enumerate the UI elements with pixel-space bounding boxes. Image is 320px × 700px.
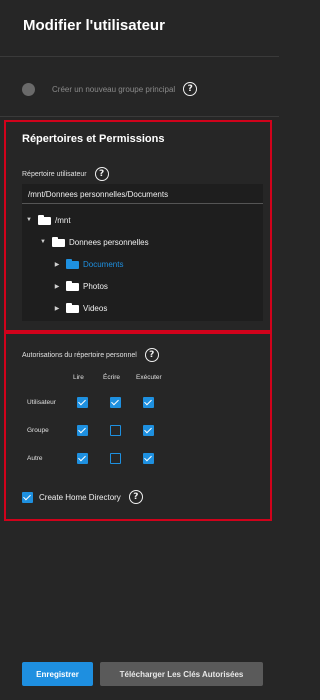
- column-header-write: Écrire: [103, 374, 120, 381]
- tree-node-label: Donnees personnelles: [69, 237, 149, 247]
- folder-icon: [66, 303, 79, 313]
- tree-node-mnt[interactable]: ▼ /mnt: [24, 213, 71, 227]
- tree-node-documents[interactable]: ▶ Documents: [52, 257, 123, 271]
- permissions-title-row: Autorisations du répertoire personnel ?: [22, 348, 159, 362]
- create-home-checkbox[interactable]: [22, 491, 33, 503]
- tree-node-label: /mnt: [55, 215, 71, 225]
- folder-icon: [38, 215, 51, 225]
- tree-node-donnees-personnelles[interactable]: ▼ Donnees personnelles: [38, 235, 149, 249]
- directory-tree: ▼ /mnt ▼ Donnees personnelles ▶ Document…: [22, 204, 263, 321]
- caret-right-icon[interactable]: ▶: [52, 305, 62, 312]
- tree-node-photos[interactable]: ▶ Photos: [52, 279, 108, 293]
- home-dir-label-row: Répertoire utilisateur ?: [22, 167, 109, 181]
- section-divider: [0, 116, 279, 117]
- checkbox-group-write[interactable]: [110, 425, 121, 436]
- folder-icon: [66, 259, 79, 269]
- new-group-toggle-label: Créer un nouveau groupe principal: [52, 84, 176, 94]
- checkbox-group-read[interactable]: [77, 425, 88, 436]
- question-circle-icon[interactable]: ?: [94, 167, 109, 181]
- checkbox-other-read[interactable]: [77, 453, 88, 464]
- row-header-user: Utilisateur: [27, 399, 56, 406]
- column-header-execute: Exécuter: [136, 374, 162, 381]
- row-header-group: Groupe: [27, 427, 49, 434]
- page-title: Modifier l'utilisateur: [23, 17, 165, 34]
- download-keys-button[interactable]: Télécharger Les Clés Autorisées: [100, 662, 263, 686]
- question-circle-icon[interactable]: ?: [128, 490, 143, 504]
- checkbox-other-execute[interactable]: [143, 453, 154, 464]
- create-home-label: Create Home Directory: [39, 492, 121, 502]
- tree-node-label: Documents: [83, 259, 124, 269]
- checkbox-group-execute[interactable]: [143, 425, 154, 436]
- tree-node-videos[interactable]: ▶ Videos: [52, 301, 107, 315]
- column-header-read: Lire: [73, 374, 84, 381]
- caret-down-icon[interactable]: ▼: [38, 239, 48, 245]
- save-button[interactable]: Enregistrer: [22, 662, 93, 686]
- permissions-title: Autorisations du répertoire personnel: [22, 351, 137, 359]
- question-circle-icon[interactable]: ?: [183, 82, 198, 96]
- section-title-directories: Répertoires et Permissions: [22, 133, 165, 145]
- caret-down-icon[interactable]: ▼: [24, 217, 34, 223]
- new-group-toggle[interactable]: [22, 82, 35, 96]
- checkbox-user-read[interactable]: [77, 397, 88, 408]
- home-dir-input[interactable]: /mnt/Donnees personnelles/Documents: [22, 184, 263, 204]
- checkbox-user-write[interactable]: [110, 397, 121, 408]
- caret-right-icon[interactable]: ▶: [52, 261, 62, 268]
- checkbox-user-execute[interactable]: [143, 397, 154, 408]
- tree-node-label: Videos: [83, 303, 108, 313]
- caret-right-icon[interactable]: ▶: [52, 283, 62, 290]
- tree-node-label: Photos: [83, 281, 108, 291]
- checkbox-other-write[interactable]: [110, 453, 121, 464]
- question-circle-icon[interactable]: ?: [144, 348, 159, 362]
- title-divider: [0, 56, 279, 57]
- folder-icon: [66, 281, 79, 291]
- folder-icon: [52, 237, 65, 247]
- create-home-row: Create Home Directory ?: [22, 490, 143, 504]
- new-group-toggle-row: Créer un nouveau groupe principal ?: [22, 80, 198, 98]
- home-dir-label: Répertoire utilisateur: [22, 170, 87, 178]
- row-header-other: Autre: [27, 455, 43, 462]
